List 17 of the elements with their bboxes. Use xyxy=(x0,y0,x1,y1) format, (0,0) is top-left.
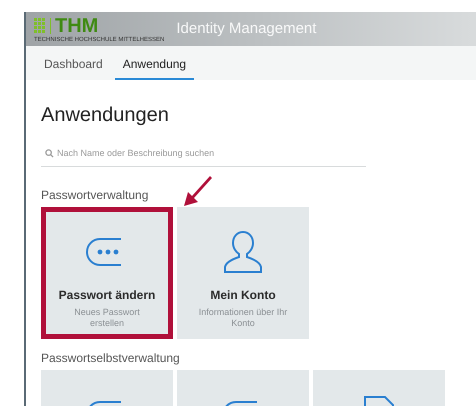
tile-description: Neues Passwort erstellen xyxy=(73,307,141,330)
app-title: Identity Management xyxy=(176,18,316,39)
application-tile[interactable]: Passwort ändern Neues Passwort erstellen xyxy=(41,207,173,339)
section-heading: Passwortverwaltung xyxy=(41,187,148,204)
nav-tab[interactable]: Dashboard xyxy=(36,55,111,80)
logo-grid-icon xyxy=(34,18,46,34)
search-icon xyxy=(45,149,54,158)
nav-tab[interactable]: Anwendung xyxy=(114,55,194,80)
tile-title: Mein Konto xyxy=(210,288,276,303)
page-heading: Anwendungen xyxy=(41,103,170,128)
section-heading: Passwortselbstverwaltung xyxy=(41,350,180,367)
logo-text: THM xyxy=(55,16,98,36)
tile-description: Informationen über Ihr Konto xyxy=(198,307,288,330)
application-tile[interactable]: Mein Konto Informationen über Ihr Konto xyxy=(177,207,309,339)
search-field[interactable]: Nach Name oder Beschreibung suchen xyxy=(41,140,366,166)
person-icon xyxy=(223,230,263,274)
tile-title: Passwort ändern xyxy=(58,288,156,303)
